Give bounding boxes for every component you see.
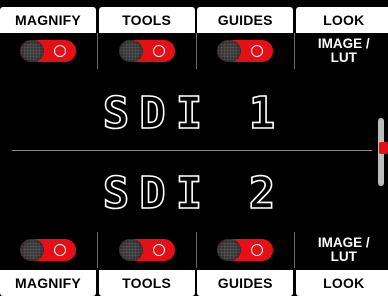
bottom-tools-cell [99, 232, 197, 268]
toggle-knob-icon [118, 239, 143, 261]
tab-tools-top[interactable]: TOOLS [98, 7, 195, 33]
toggle-knob-icon [217, 40, 242, 62]
monitor-divider [12, 150, 372, 151]
look-value-line2: LUT [330, 249, 357, 264]
scroll-thumb[interactable] [379, 142, 388, 154]
toggle-on-indicator-icon [54, 244, 66, 256]
toggle-on-indicator-icon [251, 45, 264, 57]
sdi1-label[interactable]: SDI 1 [0, 87, 388, 140]
tools-toggle-top[interactable] [118, 40, 175, 62]
top-control-row: IMAGE / LUT [0, 33, 388, 69]
look-value-line1: IMAGE / [317, 235, 370, 250]
toggle-knob-icon [217, 239, 242, 261]
bottom-guides-cell [197, 232, 296, 268]
top-tab-row: MAGNIFY TOOLS GUIDES LOOK [0, 7, 388, 33]
bottom-look-cell[interactable]: IMAGE / LUT [296, 232, 388, 268]
top-magnify-cell [0, 33, 98, 69]
tab-guides-bottom[interactable]: GUIDES [197, 270, 294, 296]
toggle-knob-icon [118, 40, 143, 62]
bottom-control-row: IMAGE / LUT [0, 232, 388, 268]
tab-magnify-bottom[interactable]: MAGNIFY [0, 270, 96, 296]
look-value-bottom[interactable]: IMAGE / LUT [318, 236, 370, 264]
sdi2-label[interactable]: SDI 2 [0, 167, 388, 220]
guides-toggle-bottom[interactable] [217, 239, 274, 261]
toggle-on-indicator-icon [152, 45, 165, 57]
top-guides-cell [197, 33, 296, 69]
top-look-cell[interactable]: IMAGE / LUT [296, 33, 388, 69]
tools-toggle-bottom[interactable] [118, 239, 175, 261]
tab-guides-top[interactable]: GUIDES [197, 7, 294, 33]
look-value-line2: LUT [330, 50, 357, 65]
toggle-knob-icon [20, 40, 44, 62]
top-tools-cell [99, 33, 197, 69]
tab-look-bottom[interactable]: LOOK [295, 270, 388, 296]
toggle-on-indicator-icon [152, 244, 165, 256]
magnify-toggle-top[interactable] [20, 40, 76, 62]
look-value-line1: IMAGE / [317, 36, 370, 51]
toggle-on-indicator-icon [54, 45, 66, 57]
toggle-knob-icon [20, 239, 44, 261]
look-value-top[interactable]: IMAGE / LUT [318, 37, 370, 65]
tab-look-top[interactable]: LOOK [295, 7, 388, 33]
bottom-magnify-cell [0, 232, 98, 268]
tab-tools-bottom[interactable]: TOOLS [98, 270, 195, 296]
bottom-tab-row: MAGNIFY TOOLS GUIDES LOOK [0, 270, 388, 296]
tab-magnify-top[interactable]: MAGNIFY [0, 7, 96, 33]
toggle-on-indicator-icon [251, 244, 264, 256]
guides-toggle-top[interactable] [217, 40, 274, 62]
magnify-toggle-bottom[interactable] [20, 239, 76, 261]
